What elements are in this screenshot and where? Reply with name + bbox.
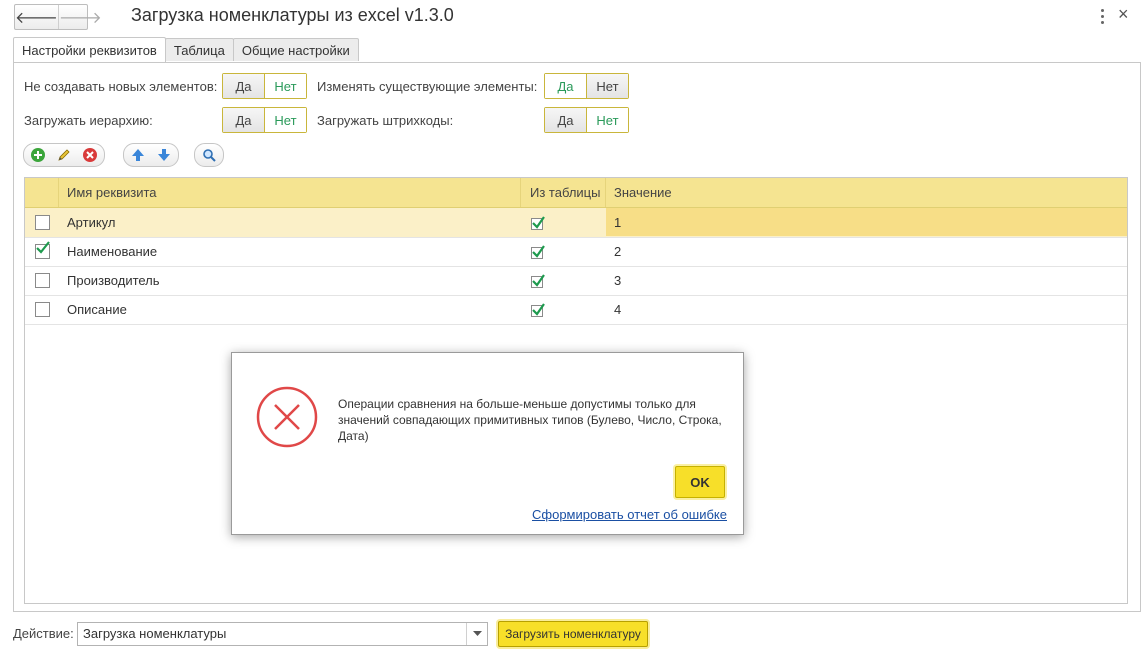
search-button[interactable] <box>197 145 221 165</box>
from-table-check-icon[interactable] <box>530 302 546 318</box>
from-table-check-icon[interactable] <box>530 273 546 289</box>
row-value[interactable]: 2 <box>614 237 621 266</box>
no-new-elements-toggle: Да Нет <box>222 73 307 99</box>
row-name: Артикул <box>67 215 116 230</box>
navigation-buttons: 🡐 🡒 <box>14 4 102 30</box>
row-value[interactable]: 3 <box>614 266 621 295</box>
delete-icon <box>83 148 97 162</box>
error-message: Операции сравнения на больше-меньше допу… <box>338 397 722 443</box>
load-hierarchy-no[interactable]: Нет <box>264 108 306 132</box>
no-new-elements-yes[interactable]: Да <box>223 74 264 98</box>
column-header-value[interactable]: Значение <box>614 178 672 207</box>
more-menu-icon[interactable] <box>1096 6 1108 26</box>
load-nomenclature-button[interactable]: Загрузить номенклатуру <box>498 621 648 647</box>
load-barcodes-label: Загружать штрихкоды: <box>317 113 454 128</box>
move-down-icon <box>158 149 170 161</box>
no-new-elements-label: Не создавать новых элементов: <box>24 79 218 94</box>
load-barcodes-toggle: Да Нет <box>544 107 629 133</box>
checkmark-icon <box>36 241 50 254</box>
row-checkbox[interactable] <box>35 302 50 317</box>
search-toolbar-group <box>194 143 224 167</box>
action-select[interactable]: Загрузка номенклатуры <box>77 622 488 646</box>
row-checkbox[interactable] <box>35 241 50 259</box>
dropdown-arrow-icon[interactable] <box>466 623 487 645</box>
ok-button[interactable]: OK <box>675 466 725 498</box>
close-icon[interactable]: × <box>1118 4 1129 25</box>
table-header: Имя реквизита Из таблицы Значение <box>25 178 1127 208</box>
load-hierarchy-toggle: Да Нет <box>222 107 307 133</box>
arrow-left-icon: 🡐 <box>15 9 58 27</box>
edit-toolbar-group <box>23 143 105 167</box>
move-toolbar-group <box>123 143 179 167</box>
change-existing-toggle: Да Нет <box>544 73 629 99</box>
table-row[interactable]: Производитель 3 <box>25 266 1127 296</box>
from-table-check-icon[interactable] <box>530 215 546 231</box>
table-row[interactable]: Описание 4 <box>25 295 1127 325</box>
row-name: Описание <box>67 302 127 317</box>
add-button[interactable] <box>26 145 50 165</box>
tab-bar: Настройки реквизитов Таблица Общие настр… <box>13 37 359 62</box>
arrow-right-icon: 🡒 <box>58 9 102 27</box>
error-report-link[interactable]: Сформировать отчет об ошибке <box>532 507 727 522</box>
row-checkbox[interactable] <box>35 273 50 288</box>
row-name: Наименование <box>67 244 158 259</box>
error-dialog: Операции сравнения на больше-меньше допу… <box>231 352 744 535</box>
action-select-value: Загрузка номенклатуры <box>83 626 227 641</box>
load-hierarchy-yes[interactable]: Да <box>223 108 264 132</box>
back-button[interactable]: 🡐 <box>15 5 58 29</box>
table-row[interactable]: Наименование 2 <box>25 237 1127 267</box>
edit-icon <box>58 149 70 161</box>
move-up-button[interactable] <box>126 145 150 165</box>
tab-attribute-settings[interactable]: Настройки реквизитов <box>13 37 166 62</box>
column-header-name[interactable]: Имя реквизита <box>67 178 157 207</box>
from-table-check-icon[interactable] <box>530 244 546 260</box>
column-header-from-table[interactable]: Из таблицы <box>530 178 600 207</box>
row-value[interactable]: 1 <box>614 208 621 237</box>
delete-button[interactable] <box>78 145 102 165</box>
add-icon <box>31 148 45 162</box>
no-new-elements-no[interactable]: Нет <box>264 74 306 98</box>
row-checkbox[interactable] <box>35 215 50 230</box>
tab-table[interactable]: Таблица <box>164 38 234 61</box>
edit-button[interactable] <box>52 145 76 165</box>
error-icon <box>256 386 318 448</box>
table-row[interactable]: Артикул 1 <box>25 208 1127 238</box>
change-existing-yes[interactable]: Да <box>545 74 586 98</box>
row-name: Производитель <box>67 273 160 288</box>
move-down-button[interactable] <box>152 145 176 165</box>
tab-general-settings[interactable]: Общие настройки <box>232 38 359 61</box>
load-barcodes-yes[interactable]: Да <box>545 108 586 132</box>
change-existing-label: Изменять существующие элементы: <box>317 79 538 94</box>
load-barcodes-no[interactable]: Нет <box>586 108 628 132</box>
load-hierarchy-label: Загружать иерархию: <box>24 113 153 128</box>
row-value[interactable]: 4 <box>614 295 621 324</box>
window-title: Загрузка номенклатуры из excel v1.3.0 <box>131 5 454 25</box>
forward-button[interactable]: 🡒 <box>57 5 102 29</box>
search-icon <box>203 149 216 162</box>
change-existing-no[interactable]: Нет <box>586 74 628 98</box>
move-up-icon <box>132 149 144 161</box>
action-label: Действие: <box>13 626 74 641</box>
